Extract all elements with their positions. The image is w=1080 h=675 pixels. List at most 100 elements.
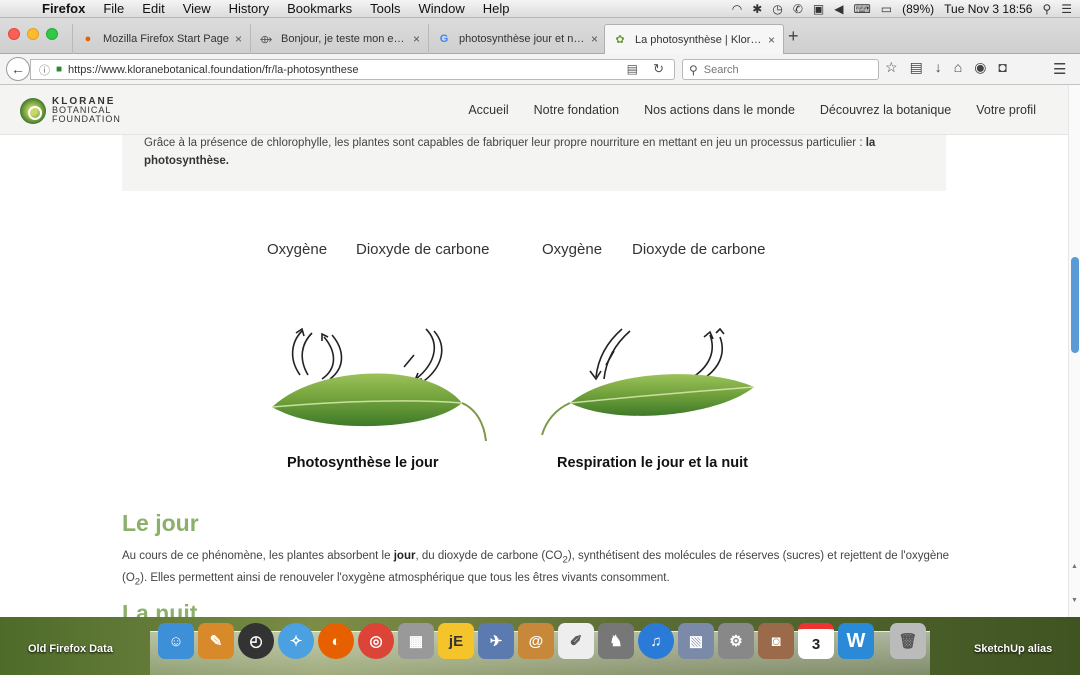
nav-decouvrez-botanique[interactable]: Découvrez la botanique [820, 103, 951, 117]
firefox-icon[interactable]: ◐ [318, 623, 354, 659]
photosynthesis-diagram: Oxygène Dioxyde de carbone Oxygène Dioxy… [250, 233, 810, 478]
dashboard-icon[interactable]: ◴ [238, 623, 274, 659]
bookmark-star-icon[interactable]: ☆ [885, 59, 898, 76]
tab-klorane-active[interactable]: ✿ La photosynthèse | Kloran... × [604, 24, 784, 54]
section-paragraph-le-jour: Au cours de ce phénomène, les plantes ab… [122, 547, 952, 592]
scroll-down-arrow-icon[interactable]: ▼ [1071, 597, 1078, 604]
contacts-icon[interactable]: @ [518, 623, 554, 659]
leaf-left-icon [271, 373, 487, 442]
menu-bookmarks[interactable]: Bookmarks [279, 1, 362, 16]
menu-help[interactable]: Help [475, 1, 520, 16]
nav-accueil[interactable]: Accueil [468, 103, 508, 117]
notification-center-icon[interactable]: ☰ [1061, 2, 1072, 16]
intro-text: Grâce à la présence de chlorophylle, les… [144, 137, 866, 149]
display-icon[interactable]: ▣ [813, 2, 824, 16]
scroll-up-arrow-icon[interactable]: ▲ [1071, 563, 1078, 570]
url-bar[interactable]: ⓘ ■ https://www.kloranebotanical.foundat… [30, 59, 675, 80]
klorane-logo-icon [20, 97, 46, 124]
para-text-2: , du dioxyde de carbone (CO [415, 550, 563, 562]
tab-close-icon[interactable]: × [768, 33, 775, 47]
window-minimize-button[interactable] [27, 28, 39, 40]
oxygen-label-left: Oxygène [267, 241, 328, 258]
jedit-icon[interactable]: jE [438, 623, 474, 659]
textedit-icon[interactable]: ✐ [558, 623, 594, 659]
klorane-logo[interactable]: KLORANE BOTANICAL FOUNDATION [20, 97, 121, 124]
wifi-icon[interactable]: ◠ [732, 2, 742, 16]
url-text[interactable]: https://www.kloranebotanical.foundation/… [68, 64, 358, 76]
tab-title: La photosynthèse | Kloran... [635, 33, 762, 46]
chat-icon[interactable]: ◉ [974, 59, 986, 76]
nav-votre-profil[interactable]: Votre profil [976, 103, 1036, 117]
chess-icon[interactable]: ♞ [598, 623, 634, 659]
battery-icon[interactable]: ▭ [881, 2, 892, 16]
desktop-alias-sketchup[interactable]: SketchUp alias [974, 643, 1052, 655]
photo-booth-icon[interactable]: ◙ [758, 623, 794, 659]
phone-icon[interactable]: ✆ [793, 2, 803, 16]
intro-box: Grâce à la présence de chlorophylle, les… [122, 135, 946, 191]
bookmarks-menu-icon[interactable]: ▤ [910, 59, 923, 76]
eagle-app-icon[interactable]: ✈ [478, 623, 514, 659]
intro-paragraph: Grâce à la présence de chlorophylle, les… [144, 134, 934, 170]
caption-respiration: Respiration le jour et la nuit [557, 455, 748, 471]
window-close-button[interactable] [8, 28, 20, 40]
itunes-icon[interactable]: ♫ [638, 623, 674, 659]
tab-close-icon[interactable]: × [413, 32, 420, 46]
nav-notre-fondation[interactable]: Notre fondation [534, 103, 619, 117]
volume-icon[interactable]: ◀ [834, 2, 843, 16]
desktop-folder-old-firefox-data[interactable]: Old Firefox Data [28, 643, 113, 655]
trash-icon[interactable]: 🗑 [890, 623, 926, 659]
chrome-icon[interactable]: ◎ [358, 623, 394, 659]
browser-tab-bar: ● Mozilla Firefox Start Page × ⟴ Bonjour… [0, 18, 1080, 54]
info-icon[interactable]: ⓘ [39, 62, 50, 78]
keyboard-icon[interactable]: ⌨ [853, 2, 870, 16]
pocket-icon[interactable]: ◘ [998, 59, 1006, 76]
bluetooth-icon[interactable]: ✱ [752, 2, 762, 16]
downloads-icon[interactable]: ↓ [935, 59, 942, 76]
tab-title: Mozilla Firefox Start Page [103, 33, 229, 45]
calendar-icon[interactable]: 3 [798, 623, 834, 659]
menu-history[interactable]: History [221, 1, 279, 16]
preview-icon[interactable]: ▧ [678, 623, 714, 659]
site-nav: Accueil Notre fondation Nos actions dans… [468, 103, 1036, 117]
home-icon[interactable]: ⌂ [954, 59, 962, 76]
nav-nos-actions[interactable]: Nos actions dans le monde [644, 103, 795, 117]
para-text-4: ). Elles permettent ainsi de renouveler … [140, 572, 670, 585]
safari-icon[interactable]: ✧ [278, 623, 314, 659]
menu-tools[interactable]: Tools [362, 1, 410, 16]
reload-icon[interactable]: ↻ [653, 61, 664, 77]
tab-bonjour[interactable]: ⟴ Bonjour, je teste mon eau ... × [250, 24, 428, 54]
brush-app-icon[interactable]: ✎ [198, 623, 234, 659]
window-zoom-button[interactable] [46, 28, 58, 40]
search-input[interactable]: ⚲ Search [682, 59, 879, 80]
system-preferences-icon[interactable]: ⚙ [718, 623, 754, 659]
tab-close-icon[interactable]: × [235, 32, 242, 46]
page-scrollbar[interactable]: ▲ ▼ [1068, 85, 1080, 617]
tab-google-search[interactable]: G photosynthèse jour et nui... × [428, 24, 606, 54]
co2-label-right: Dioxyde de carbone [632, 241, 766, 258]
reader-view-icon[interactable]: ▤ [627, 62, 638, 76]
oxygen-label-right: Oxygène [542, 241, 603, 258]
scrollbar-thumb[interactable] [1071, 257, 1079, 353]
finder-icon[interactable]: ☺ [158, 623, 194, 659]
tab-title: Bonjour, je teste mon eau ... [281, 33, 407, 45]
tab-firefox-start[interactable]: ● Mozilla Firefox Start Page × [72, 24, 250, 54]
menu-app-firefox[interactable]: Firefox [34, 1, 95, 16]
oxygen-up-arrow-icon [291, 327, 343, 380]
hamburger-menu-icon[interactable]: ☰ [1053, 60, 1066, 78]
klorane-favicon-icon: ✿ [615, 34, 625, 46]
menu-window[interactable]: Window [411, 1, 475, 16]
spotlight-icon[interactable]: ⚲ [1042, 2, 1051, 16]
tab-close-icon[interactable]: × [591, 32, 598, 46]
toolbar-icons: ☆ ▤ ↓ ⌂ ◉ ◘ [885, 59, 1007, 76]
menu-file[interactable]: File [95, 1, 134, 16]
back-arrow-icon[interactable]: ← [6, 57, 30, 81]
lock-icon[interactable]: ■ [56, 64, 62, 75]
new-tab-plus-icon[interactable]: + [788, 26, 799, 47]
leaf-right-icon [541, 374, 755, 436]
menu-edit[interactable]: Edit [134, 1, 174, 16]
calculator-icon[interactable]: ▦ [398, 623, 434, 659]
menubar-clock[interactable]: Tue Nov 3 18:56 [944, 2, 1032, 16]
menu-view[interactable]: View [175, 1, 221, 16]
time-machine-icon[interactable]: ◷ [772, 2, 782, 16]
word-icon[interactable]: W [838, 623, 874, 659]
